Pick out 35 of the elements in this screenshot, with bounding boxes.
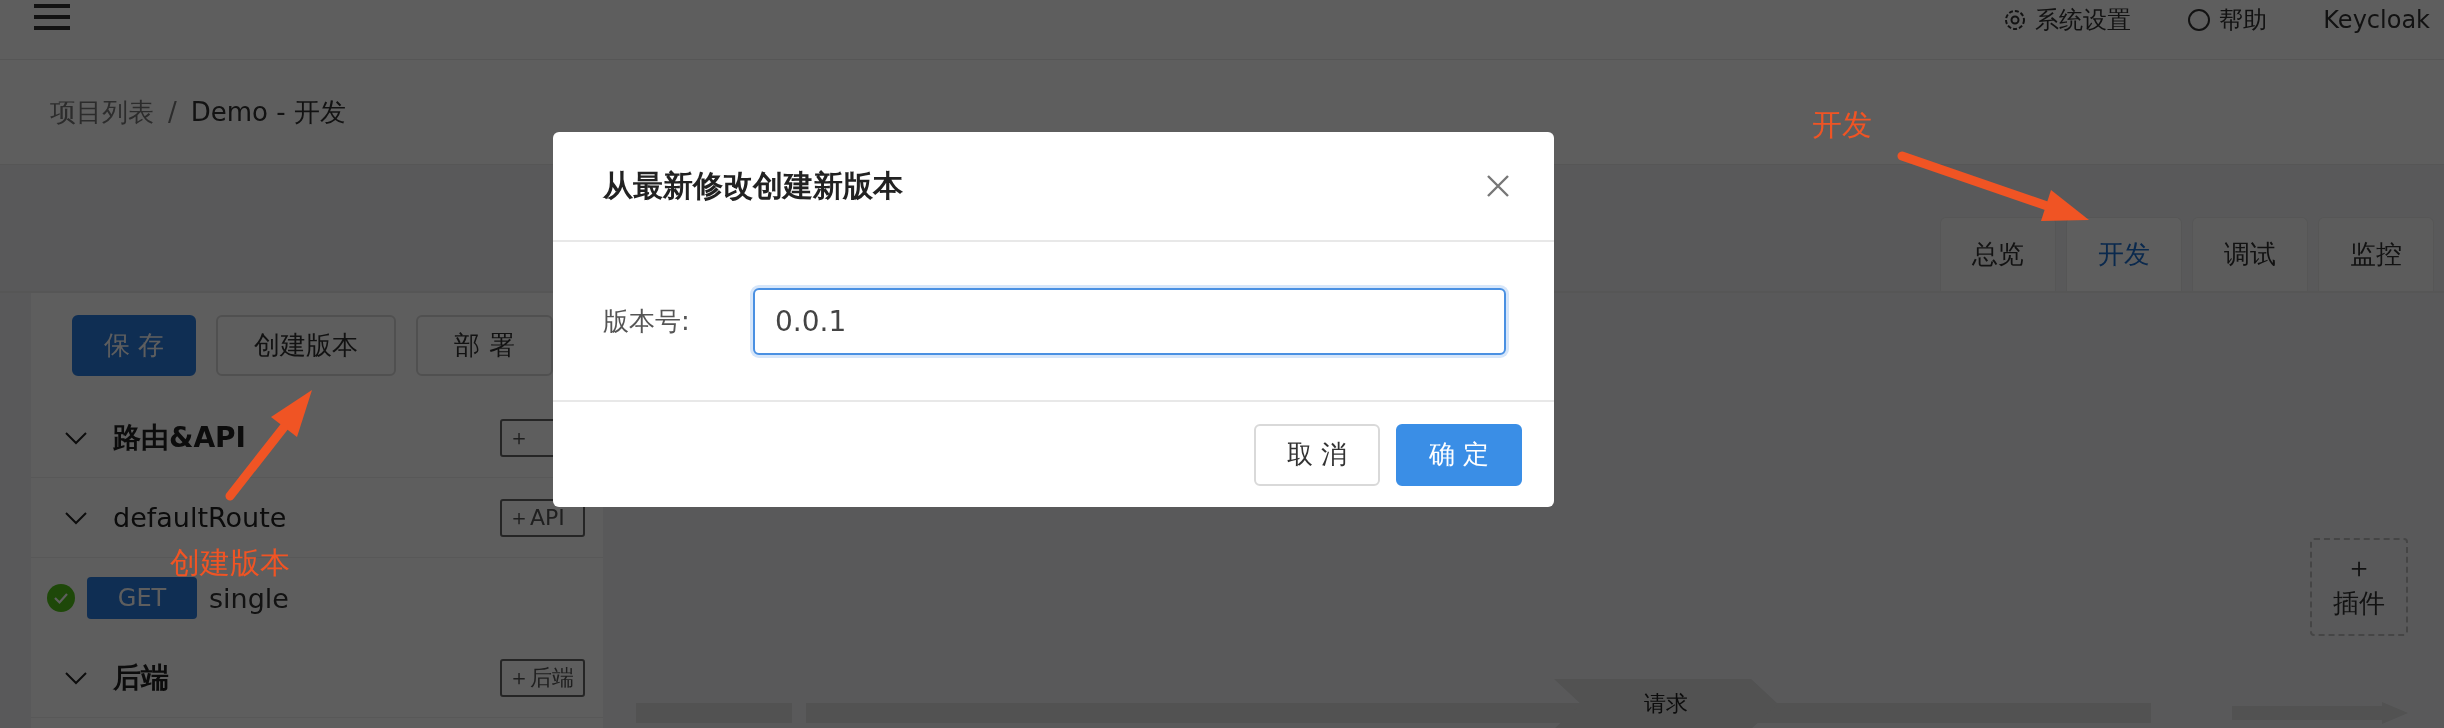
dialog-button[interactable]: 取 消 [1254, 423, 1380, 486]
add-button[interactable]: ＋API [500, 498, 585, 537]
chevron-icon[interactable] [65, 670, 87, 685]
topbar-link[interactable]: Keycloak [2323, 6, 2430, 34]
route-name: defaultRoute [113, 502, 288, 533]
stage-label: 请求 [1554, 679, 1778, 728]
version-input[interactable]: 0.0.1 [753, 287, 1506, 355]
tab[interactable]: 开发 [2066, 217, 2182, 291]
chevron-icon[interactable] [65, 510, 87, 525]
close-icon[interactable] [1486, 174, 1510, 198]
help-icon[interactable] [2187, 8, 2212, 32]
annotation-label: 创建版本 [170, 546, 290, 579]
dialog-button[interactable]: 确 定 [1396, 423, 1522, 486]
api-name[interactable]: single [209, 582, 289, 614]
annotation-label: 开发 [1812, 108, 1872, 141]
chevron-icon[interactable] [65, 430, 87, 445]
add-plugin-button[interactable]: ＋ 插件 [2310, 538, 2408, 636]
section-title: 路由&API [113, 419, 248, 456]
tab[interactable]: 监控 [2318, 217, 2434, 291]
tab[interactable]: 总览 [1940, 217, 2056, 291]
breadcrumb-current: Demo - 开发 [190, 95, 346, 129]
dialog-title: 从最新修改创建新版本 [603, 166, 903, 205]
add-button[interactable]: ＋后端 [500, 658, 585, 697]
toolbar-button[interactable]: 保 存 [72, 315, 197, 376]
method-tag: GET [87, 577, 197, 619]
breadcrumb-separator: / [168, 97, 177, 127]
topbar-link[interactable]: 系统设置 [2035, 4, 2132, 36]
section-title: 后端 [113, 659, 170, 696]
toolbar-button[interactable]: 部 署 [416, 315, 553, 376]
topbar-link[interactable]: 帮助 [2219, 4, 2268, 36]
field-label: 版本号: [603, 304, 691, 338]
tab[interactable]: 调试 [2192, 217, 2308, 291]
toolbar-button[interactable]: 创建版本 [216, 315, 397, 376]
settings-icon[interactable] [2003, 8, 2028, 32]
menu-icon[interactable] [34, 4, 70, 30]
